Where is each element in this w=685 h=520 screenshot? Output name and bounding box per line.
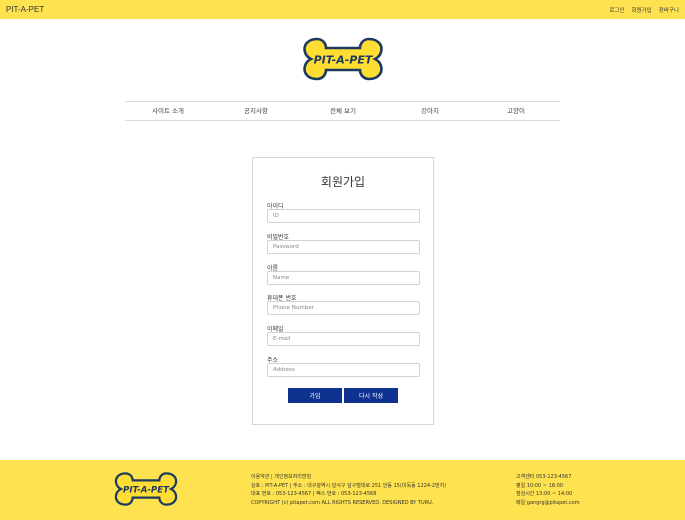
form-title: 회원가입 <box>320 175 366 189</box>
nav-item-notice[interactable]: 공지사항 <box>244 102 268 121</box>
submit-button[interactable]: 가입 <box>288 388 342 403</box>
footer: PIT-A-PET 이용약관 | 개인정보처리방침 상호 : PIT-A-PET… <box>0 460 685 520</box>
footer-contact: 고객센터 053-123-4567 평일 10:00 ~ 18:00 점심시간 … <box>516 473 580 507</box>
login-link[interactable]: 로그인 <box>609 6 624 14</box>
nav-item-about[interactable]: 사이트 소개 <box>152 102 184 121</box>
logo-text: PIT-A-PET <box>314 54 374 67</box>
top-bar: PIT-A-PET 로그인 회원가입 장바구니 <box>0 0 685 19</box>
footer-weekday-hours: 평일 10:00 ~ 18:00 <box>516 482 563 489</box>
brand-name[interactable]: PIT-A-PET <box>6 5 44 14</box>
footer-copyright: COPYRIGHT (c) pitapet.com ALL RIGHTS RES… <box>251 499 434 506</box>
id-input[interactable] <box>267 209 420 223</box>
top-links: 로그인 회원가입 장바구니 <box>609 6 679 14</box>
main-nav: 사이트 소개 공지사항 전체 보기 강아지 고양이 <box>125 101 560 121</box>
nav-item-cat[interactable]: 고양이 <box>507 102 525 121</box>
footer-company-address: 상호 : PIT-A-PET | 주소 : 대구광역시 달서구 달구벌대로 25… <box>251 482 447 489</box>
nav-item-all[interactable]: 전체 보기 <box>330 102 356 121</box>
password-input[interactable] <box>267 240 420 254</box>
cart-link[interactable]: 장바구니 <box>659 6 679 14</box>
signup-link[interactable]: 회원가입 <box>632 6 652 14</box>
name-input[interactable] <box>267 271 420 285</box>
footer-email: 메일 gangrg@pitapet.com <box>516 499 580 506</box>
address-input[interactable] <box>267 363 420 377</box>
reset-button[interactable]: 다시 작성 <box>344 388 398 403</box>
email-input[interactable] <box>267 332 420 346</box>
footer-lunch-hours: 점심시간 13:00 ~ 14:00 <box>516 491 573 498</box>
phone-input[interactable] <box>267 301 420 315</box>
nav-item-dog[interactable]: 강아지 <box>421 102 439 121</box>
footer-logo[interactable]: PIT-A-PET <box>110 471 182 507</box>
footer-phone-fax: 대표 번호 : 053-123-4567 | 팩스 번호 : 053-123-4… <box>251 491 377 498</box>
footer-policy-links[interactable]: 이용약관 | 개인정보처리방침 <box>251 473 446 482</box>
footer-info: 이용약관 | 개인정보처리방침 상호 : PIT-A-PET | 주소 : 대구… <box>251 473 446 507</box>
site-logo[interactable]: PIT-A-PET <box>297 33 389 85</box>
footer-logo-text: PIT-A-PET <box>123 486 170 496</box>
footer-customer-center: 고객센터 053-123-4567 <box>516 474 572 480</box>
signup-form: 회원가입 아이디 비밀번호 이름 휴대폰 번호 이메일 주소 가입 다시 작성 <box>252 157 434 425</box>
